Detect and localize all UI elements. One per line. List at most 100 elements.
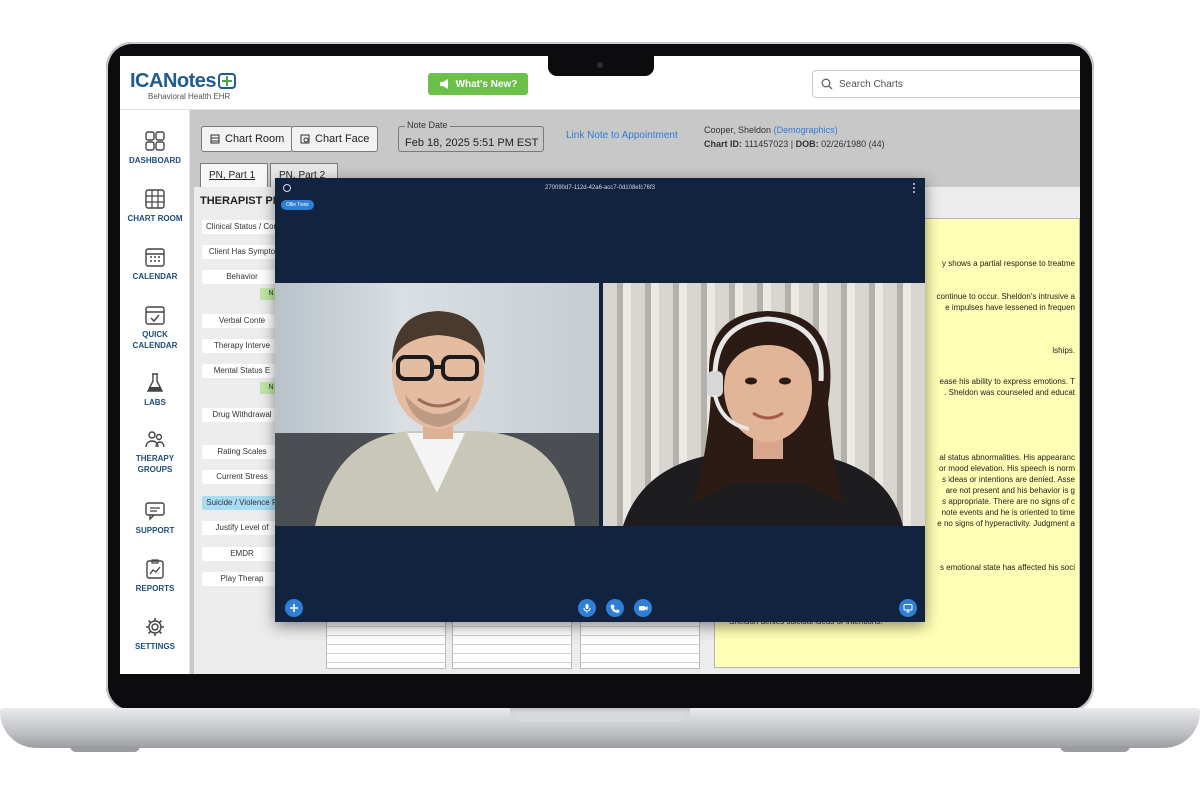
screen-share-icon: [903, 604, 913, 613]
section-button[interactable]: Current Stress: [202, 470, 282, 484]
more-options-icon[interactable]: [913, 183, 915, 193]
logo-text: ICANotes: [130, 70, 217, 92]
note-line: note events and he is oriented to time: [941, 508, 1075, 517]
sidebar-item-support[interactable]: SUPPORT: [120, 500, 190, 536]
sidebar-item-label: LABS: [144, 398, 166, 407]
note-line: al status abnormalities. His appearanc: [939, 453, 1075, 462]
section-button[interactable]: Verbal Conte: [202, 314, 282, 328]
add-participant-button[interactable]: [285, 599, 303, 617]
sidebar-item-label: SETTINGS: [134, 642, 175, 651]
sidebar-item-labs[interactable]: LABS: [120, 372, 190, 408]
note-line: s appropriate. There are no signs of c: [942, 497, 1075, 506]
dob-label: DOB:: [795, 139, 819, 149]
note-line: e impulses have lessened in frequen: [945, 303, 1075, 312]
report-icon: [146, 559, 164, 579]
sidebar-item-label: CALENDAR: [132, 272, 178, 281]
logo-plus-icon: [218, 73, 237, 89]
note-line: e no signs of hyperactivity. Judgment a: [937, 519, 1075, 528]
sidebar-item-dashboard[interactable]: DASHBOARD: [120, 130, 190, 166]
megaphone-icon: [439, 79, 448, 89]
section-button[interactable]: Justify Level of: [202, 521, 282, 535]
patient-info: Cooper, Sheldon (Demographics) Chart ID:…: [704, 125, 885, 149]
note-date-value: Feb 18, 2025 5:51 PM EST: [405, 137, 539, 149]
video-call-window[interactable]: 270090d7-112d-42a6-acc7-0d108efc76f3 Oll…: [275, 178, 925, 622]
phone-icon: [610, 604, 620, 613]
chart-face-button[interactable]: Chart Face: [291, 126, 379, 152]
app-logo[interactable]: ICANotes Behavioral Health EHR: [130, 70, 237, 101]
sidebar-item-label: DASHBOARD: [129, 156, 181, 165]
link-note-to-appointment[interactable]: Link Note to Appointment: [566, 130, 678, 141]
sidebar-item-calendar[interactable]: CALENDAR: [120, 246, 190, 282]
laptop-mockup: ICANotes Behavioral Health EHR What's Ne…: [0, 0, 1200, 800]
sidebar-item-chart-room[interactable]: CHART ROOM: [120, 188, 190, 224]
section-button[interactable]: Behavior: [202, 270, 282, 284]
section-button[interactable]: Rating Scales: [202, 445, 282, 459]
note-date-field[interactable]: Note Date Feb 18, 2025 5:51 PM EST: [398, 120, 544, 152]
microphone-icon: [583, 604, 591, 613]
note-line: s ideas or intentions are denied. Asse: [942, 475, 1075, 484]
chart-id-value: 111457023: [744, 139, 789, 149]
entry-list[interactable]: [580, 617, 700, 669]
bottom-bezel: [120, 674, 1080, 704]
session-id: 270090d7-112d-42a6-acc7-0d108efc76f3: [545, 185, 655, 191]
chart-room-button[interactable]: Chart Room: [201, 126, 294, 152]
section-button[interactable]: Client Has Sympto: [202, 245, 282, 259]
note-line: continue to occur. Sheldon's intrusive a: [936, 292, 1076, 301]
section-button[interactable]: Therapy Interve: [202, 339, 282, 353]
chart-room-icon: [210, 134, 220, 144]
camera-icon: [639, 606, 648, 611]
video-tile-participant-2[interactable]: [603, 283, 925, 526]
video-call-header: 270090d7-112d-42a6-acc7-0d108efc76f3: [275, 178, 925, 198]
laptop-opening-lip: [510, 708, 690, 722]
section-button[interactable]: Suicide / Violence R: [202, 496, 282, 510]
video-tile-participant-1[interactable]: [275, 283, 599, 526]
chart-id-label: Chart ID:: [704, 139, 742, 149]
chart-room-label: Chart Room: [225, 133, 285, 145]
section-button[interactable]: EMDR: [202, 547, 282, 561]
dob-value: 02/26/1980 (44): [821, 139, 885, 149]
laptop-foot-left: [70, 746, 140, 752]
note-line: ease his ability to express emotions. T: [939, 377, 1075, 386]
panel-title: THERAPIST PN,: [200, 195, 284, 207]
quick-calendar-icon: [145, 306, 165, 325]
section-button[interactable]: Clinical Status / Con: [202, 220, 282, 234]
patient-name: Cooper, Sheldon: [704, 125, 772, 135]
tab-pn-part-1[interactable]: PN, Part 1: [200, 163, 268, 187]
demographics-link[interactable]: (Demographics): [774, 125, 838, 135]
note-line: y shows a partial response to treatme: [942, 259, 1075, 268]
participant-man-image: [275, 311, 599, 526]
chart-room-icon: [145, 189, 165, 209]
section-button[interactable]: Play Therap: [202, 572, 282, 586]
note-line: or mood elevation. His speech is norm: [938, 464, 1075, 473]
chart-face-icon: [300, 134, 310, 144]
whats-new-button[interactable]: What's New?: [428, 73, 528, 95]
entry-list[interactable]: [326, 617, 446, 669]
search-icon: [821, 78, 833, 90]
sidebar-item-settings[interactable]: SETTINGS: [120, 616, 190, 652]
section-button[interactable]: Drug Withdrawal: [202, 408, 282, 422]
share-screen-button[interactable]: [899, 599, 917, 617]
webcam-icon: [597, 62, 603, 68]
sidebar-item-label: SUPPORT: [135, 526, 175, 535]
toggle-camera-button[interactable]: [634, 599, 652, 617]
sidebar-item-label: CHART ROOM: [127, 214, 183, 223]
sidebar-item-therapy-groups[interactable]: THERAPY GROUPS: [120, 428, 190, 475]
logo-subtitle: Behavioral Health EHR: [148, 92, 231, 101]
sidebar-item-label: THERAPY GROUPS: [135, 454, 175, 474]
note-date-label: Note Date: [405, 120, 450, 130]
note-line: lships.: [1052, 346, 1075, 355]
sidebar-item-label: REPORTS: [135, 584, 175, 593]
section-button[interactable]: Mental Status E: [202, 364, 282, 378]
entry-list[interactable]: [452, 617, 572, 669]
search-charts-input[interactable]: Search Charts: [812, 70, 1080, 98]
chart-face-label: Chart Face: [315, 133, 370, 145]
flask-icon: [146, 373, 164, 392]
sidebar-item-quick-calendar[interactable]: QUICK CALENDAR: [120, 304, 190, 351]
participant-woman-image: [623, 311, 903, 526]
gear-icon: [146, 618, 164, 636]
sidebar: DASHBOARD CHART ROOM CALENDAR QUICK CALE…: [120, 110, 190, 674]
search-placeholder: Search Charts: [839, 78, 903, 90]
end-call-button[interactable]: [606, 599, 624, 617]
sidebar-item-reports[interactable]: REPORTS: [120, 558, 190, 594]
mute-microphone-button[interactable]: [578, 599, 596, 617]
